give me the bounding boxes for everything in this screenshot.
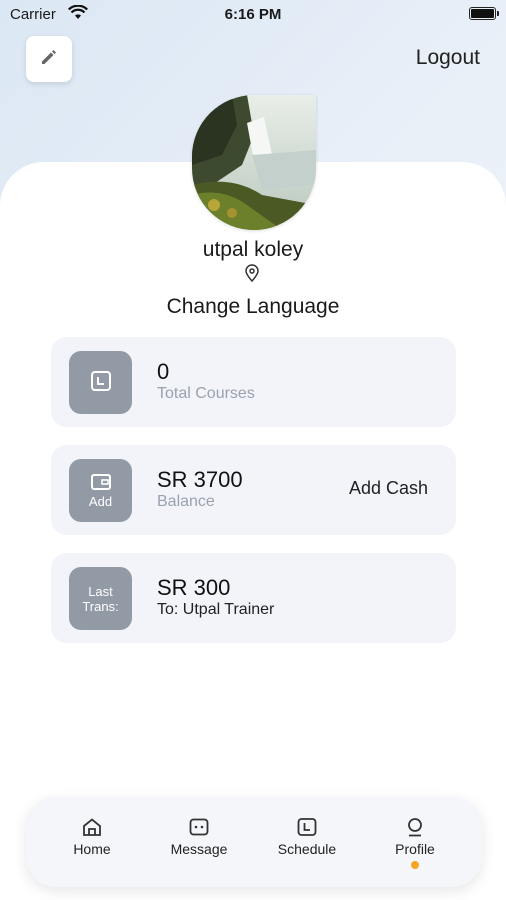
logout-button[interactable]: Logout (416, 46, 480, 70)
tab-profile[interactable]: Profile (370, 817, 460, 869)
tab-message[interactable]: Message (154, 817, 244, 857)
add-tile-label: Add (88, 493, 113, 509)
change-language-button[interactable]: Change Language (0, 295, 506, 319)
last-trans-tile-label: Last Trans: (82, 583, 119, 614)
courses-tile (69, 351, 132, 414)
last-trans-tile: Last Trans: (69, 567, 132, 630)
tab-schedule-label: Schedule (277, 841, 337, 857)
home-icon (47, 817, 137, 837)
clock: 6:16 PM (224, 6, 282, 23)
active-tab-indicator (411, 861, 419, 869)
last-trans-recipient: To: Utpal Trainer (157, 601, 275, 618)
status-bar: Carrier 6:16 PM (0, 0, 506, 30)
message-icon (154, 817, 244, 837)
tab-message-label: Message (170, 841, 228, 857)
balance-label: Balance (157, 493, 215, 510)
balance-card: Add SR 3700 Balance Add Cash (51, 445, 456, 535)
profile-icon (370, 817, 460, 837)
edit-profile-button[interactable] (26, 36, 72, 82)
location-pin-icon (244, 264, 260, 287)
bottom-tab-bar: Home Message Schedule Profile (26, 797, 482, 887)
add-balance-tile[interactable]: Add (69, 459, 132, 522)
user-name: utpal koley (202, 238, 304, 261)
book-icon (90, 370, 112, 395)
courses-label: Total Courses (157, 385, 255, 402)
tab-profile-label: Profile (395, 841, 435, 857)
wallet-icon (90, 473, 112, 494)
avatar[interactable] (192, 95, 316, 230)
balance-value: SR 3700 (157, 467, 243, 492)
tab-schedule[interactable]: Schedule (262, 817, 352, 857)
total-courses-card[interactable]: 0 Total Courses (51, 337, 456, 427)
last-trans-amount: SR 300 (157, 575, 231, 600)
add-cash-button[interactable]: Add Cash (349, 478, 428, 499)
tab-home[interactable]: Home (47, 817, 137, 857)
last-transaction-card[interactable]: Last Trans: SR 300 To: Utpal Trainer (51, 553, 456, 643)
schedule-icon (262, 817, 352, 837)
battery-icon (469, 7, 499, 20)
pencil-icon (39, 47, 59, 72)
courses-count: 0 (157, 359, 170, 384)
tab-home-label: Home (73, 841, 111, 857)
